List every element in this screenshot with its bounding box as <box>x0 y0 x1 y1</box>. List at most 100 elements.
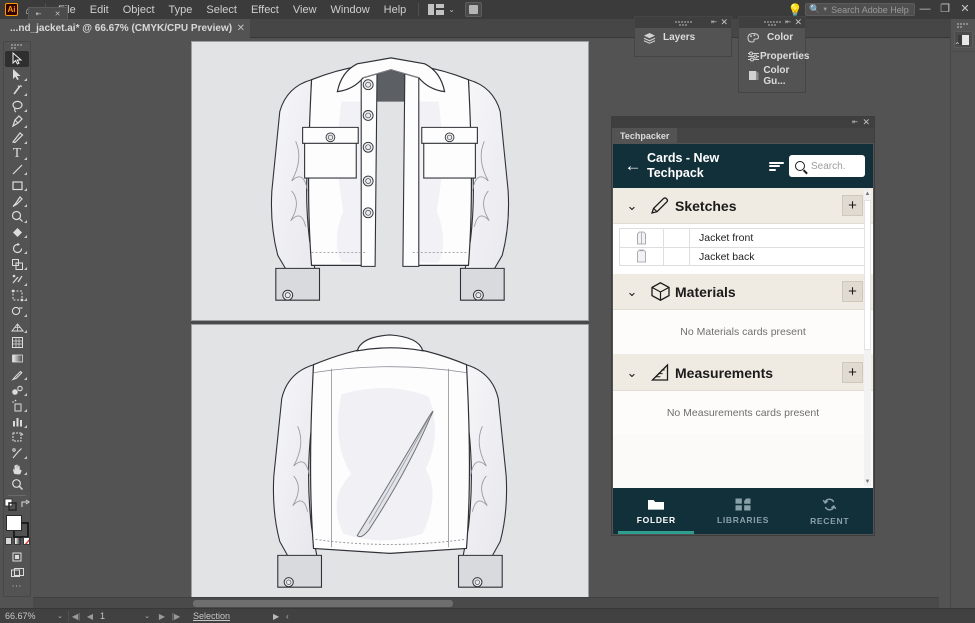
mesh-tool[interactable] <box>5 335 29 351</box>
chevron-down-icon[interactable]: ⌄ <box>448 5 455 14</box>
back-arrow-icon[interactable]: ← <box>621 156 645 176</box>
eyedropper-tool[interactable] <box>5 367 29 383</box>
document-tab[interactable]: ...nd_jacket.ai* @ 66.67% (CMYK/CPU Prev… <box>0 19 251 38</box>
list-item[interactable]: Jacket back <box>619 247 867 266</box>
menu-type[interactable]: Type <box>162 2 200 18</box>
add-measurements-button[interactable]: + <box>842 362 863 383</box>
sort-icon[interactable] <box>763 160 789 172</box>
color-panel-group[interactable]: ⇤ ✕ Color Properties Color Gu... <box>738 16 809 93</box>
status-menu-arrow-icon[interactable]: ▶ <box>273 612 279 621</box>
column-graph-tool[interactable] <box>5 414 29 430</box>
default-colors-icon[interactable] <box>4 498 17 512</box>
hand-tool[interactable] <box>5 461 29 477</box>
first-artboard-button[interactable]: ◀| <box>69 612 83 621</box>
swap-fill-stroke-icon[interactable] <box>20 499 31 510</box>
blend-tool[interactable] <box>5 382 29 398</box>
layers-panel-group[interactable]: ⇤ ✕ Layers <box>634 16 732 57</box>
gradient-swatch-icon[interactable] <box>13 537 21 546</box>
gradient-tool[interactable] <box>5 351 29 367</box>
bottom-nav-folder[interactable]: FOLDER <box>613 488 700 534</box>
panel-titlebar[interactable]: ⇤ ✕ <box>739 17 805 28</box>
free-transform-tool[interactable] <box>5 288 29 304</box>
draw-normal-icon[interactable] <box>5 549 29 565</box>
menu-view[interactable]: View <box>286 2 324 18</box>
artboard-tool[interactable] <box>5 430 29 446</box>
menu-select[interactable]: Select <box>199 2 244 18</box>
toolbar-grip[interactable] <box>11 44 23 49</box>
zoom-level-value[interactable]: 66.67% <box>0 611 52 621</box>
techpacker-titlebar[interactable]: ⇤ ✕ <box>612 117 874 128</box>
section-header-sketches[interactable]: ⌄ Sketches + <box>613 188 873 224</box>
status-resize-icon[interactable]: ‹ <box>286 612 289 621</box>
dock-icon[interactable]: ⇤ <box>711 18 717 26</box>
menu-edit[interactable]: Edit <box>83 2 116 18</box>
scale-tool[interactable] <box>5 256 29 272</box>
menu-effect[interactable]: Effect <box>244 2 286 18</box>
list-item[interactable]: Jacket front <box>619 228 867 247</box>
change-screen-mode-icon[interactable] <box>5 565 29 581</box>
menu-help[interactable]: Help <box>377 2 414 18</box>
document-setup-icon[interactable] <box>464 2 482 17</box>
line-segment-tool[interactable] <box>5 162 29 178</box>
techpacker-scrollbar[interactable]: ▲ ▼ <box>864 190 871 486</box>
direct-selection-tool[interactable] <box>5 67 29 83</box>
floating-mini-widget[interactable]: ⇤ ✕ <box>28 7 68 20</box>
panel-row-color[interactable]: Color <box>739 28 805 47</box>
current-tool-status[interactable]: Selection <box>193 611 230 621</box>
close-icon[interactable]: ✕ <box>237 23 245 34</box>
panel-row-layers[interactable]: Layers <box>635 28 731 47</box>
panel-titlebar[interactable]: ⇤ ✕ <box>635 17 731 28</box>
search-input[interactable]: Search. <box>789 155 865 177</box>
shaper-tool[interactable] <box>5 209 29 225</box>
shape-builder-tool[interactable] <box>5 303 29 319</box>
rotate-tool[interactable] <box>5 240 29 256</box>
menu-object[interactable]: Object <box>116 2 162 18</box>
perspective-grid-tool[interactable] <box>5 319 29 335</box>
scroll-down-arrow-icon[interactable]: ▼ <box>864 478 871 486</box>
artboard-chevron-icon[interactable]: ⌄ <box>139 612 155 620</box>
previous-artboard-button[interactable]: ◀ <box>83 612 97 621</box>
close-icon[interactable]: ✕ <box>794 17 802 28</box>
scrollbar-thumb[interactable] <box>864 200 871 350</box>
section-header-measurements[interactable]: ⌄ Measurements + <box>613 355 873 391</box>
pen-tool[interactable] <box>5 114 29 130</box>
selection-tool[interactable] <box>5 51 29 67</box>
dock-icon[interactable]: ⇤ <box>852 118 858 126</box>
restore-button[interactable]: ❐ <box>935 0 955 19</box>
type-tool[interactable]: T <box>5 146 29 162</box>
symbol-sprayer-tool[interactable] <box>5 398 29 414</box>
chevron-down-icon[interactable]: ⌄ <box>619 198 645 214</box>
artboard-number-input[interactable]: 1 <box>97 611 139 621</box>
close-button[interactable]: ✕ <box>955 0 975 19</box>
chevron-down-icon[interactable]: ⌄ <box>619 365 645 381</box>
slice-tool[interactable] <box>5 445 29 461</box>
zoom-chevron-icon[interactable]: ⌄ <box>52 612 68 620</box>
dock-icon[interactable]: ⇤ <box>36 10 42 18</box>
lasso-tool[interactable] <box>5 98 29 114</box>
minimize-button[interactable]: — <box>915 0 935 19</box>
add-sketches-button[interactable]: + <box>842 195 863 216</box>
search-adobe-help-input[interactable]: 🔍 ▼ Search Adobe Help <box>805 3 915 16</box>
bottom-nav-recent[interactable]: RECENT <box>786 488 873 534</box>
fill-stroke-swatches[interactable] <box>4 515 30 539</box>
arrange-documents-icon[interactable] <box>428 4 445 15</box>
eraser-tool[interactable] <box>5 225 29 241</box>
section-header-materials[interactable]: ⌄ Materials + <box>613 274 873 310</box>
panel-row-color-guide[interactable]: Color Gu... <box>739 65 805 87</box>
close-icon[interactable]: ✕ <box>862 117 870 128</box>
last-artboard-button[interactable]: |▶ <box>169 612 183 621</box>
zoom-tool[interactable] <box>5 477 29 493</box>
artboard-jacket-back[interactable] <box>191 324 589 597</box>
chevron-down-icon[interactable]: ⌄ <box>619 284 645 300</box>
scroll-up-arrow-icon[interactable]: ▲ <box>864 190 871 198</box>
next-artboard-button[interactable]: ▶ <box>155 612 169 621</box>
edit-toolbar-icon[interactable]: ⋯ <box>12 581 23 592</box>
paintbrush-tool[interactable] <box>5 193 29 209</box>
curvature-tool[interactable] <box>5 130 29 146</box>
scrollbar-thumb[interactable] <box>193 600 453 607</box>
dock-icon[interactable]: ⇤ <box>785 18 791 26</box>
color-swatch-icon[interactable] <box>4 537 12 546</box>
add-materials-button[interactable]: + <box>842 281 863 302</box>
close-icon[interactable]: ✕ <box>720 17 728 28</box>
collapse-dock-icon[interactable]: ⌃ <box>954 41 961 50</box>
